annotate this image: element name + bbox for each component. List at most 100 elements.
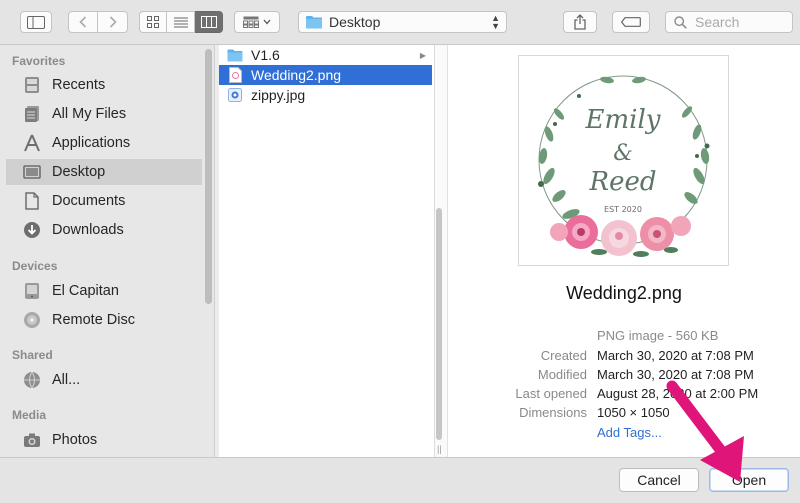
sidebar-icon xyxy=(27,15,45,29)
file-row-zippy[interactable]: zippy.jpg xyxy=(219,85,432,105)
search-field[interactable] xyxy=(665,11,793,33)
sidebar-section-shared: Shared xyxy=(12,348,53,362)
sidebar-item-label: All... xyxy=(52,372,81,388)
meta-label-modified: Modified xyxy=(537,367,587,382)
open-button[interactable]: Open xyxy=(709,468,789,492)
preview-pane: Emily & Reed EST 2020 Wedding2.png PNG i… xyxy=(448,45,800,457)
png-file-icon xyxy=(227,67,243,83)
cancel-button[interactable]: Cancel xyxy=(619,468,699,492)
sidebar-item-remote-disc[interactable]: Remote Disc xyxy=(6,307,202,333)
file-row-v1-6[interactable]: V1.6 ▶ xyxy=(219,45,432,65)
downloads-icon xyxy=(22,221,42,239)
sidebar-item-all-my-files[interactable]: All My Files xyxy=(6,101,202,127)
documents-icon xyxy=(22,192,42,210)
back-button[interactable] xyxy=(68,11,98,33)
chevron-down-icon xyxy=(263,19,271,25)
forward-button[interactable] xyxy=(98,11,128,33)
sidebar-item-label: El Capitan xyxy=(52,283,119,299)
location-label: Desktop xyxy=(329,14,381,30)
preview-thumbnail: Emily & Reed EST 2020 xyxy=(518,55,729,266)
column-divider xyxy=(434,45,435,457)
desktop-icon xyxy=(22,163,42,181)
arrange-button[interactable] xyxy=(234,11,280,33)
sidebar-section-media: Media xyxy=(12,408,47,422)
grid-icon xyxy=(147,16,159,28)
sidebar-item-desktop[interactable]: Desktop xyxy=(6,159,202,185)
sidebar-item-label: Documents xyxy=(52,193,126,209)
toolbar: Desktop ▲ ▼ xyxy=(0,0,800,45)
columns-icon xyxy=(200,16,217,28)
sidebar-scrollbar[interactable] xyxy=(205,49,212,304)
disk-icon xyxy=(22,282,42,300)
sidebar-item-recents[interactable]: Recents xyxy=(6,72,202,98)
sidebar-item-label: Recents xyxy=(52,77,106,93)
file-name: zippy.jpg xyxy=(251,87,306,103)
preview-file-name: Wedding2.png xyxy=(566,283,682,303)
sidebar-item-applications[interactable]: Applications xyxy=(6,130,202,156)
icon-view-button[interactable] xyxy=(139,11,167,33)
thumb-line-2: & xyxy=(613,141,633,166)
wedding-wreath-image: Emily & Reed EST 2020 xyxy=(538,75,710,257)
meta-value-dimensions: 1050 × 1050 xyxy=(597,405,670,420)
jpg-file-icon xyxy=(227,87,243,103)
chevron-left-icon xyxy=(79,16,87,28)
sidebar-item-el-capitan[interactable]: El Capitan xyxy=(6,278,202,304)
sidebar-item-photos[interactable]: Photos xyxy=(6,427,202,453)
network-icon xyxy=(22,371,42,389)
meta-value-created: March 30, 2020 at 7:08 PM xyxy=(597,348,754,363)
file-kind: PNG image - 560 KB xyxy=(597,328,719,343)
share-icon xyxy=(574,14,586,30)
search-input[interactable] xyxy=(693,13,787,31)
chevron-right-icon xyxy=(109,16,117,28)
sidebar-item-label: Applications xyxy=(52,135,131,151)
disclosure-triangle-icon: ▶ xyxy=(419,50,426,60)
meta-value-modified: March 30, 2020 at 7:08 PM xyxy=(597,367,754,382)
add-tags-link[interactable]: Add Tags... xyxy=(597,425,662,440)
updown-chevron-icon: ▲ ▼ xyxy=(491,13,500,31)
sidebar-item-label: Photos xyxy=(52,432,98,448)
applications-icon xyxy=(22,134,42,152)
list-icon xyxy=(173,17,188,27)
remote-disc-icon xyxy=(22,311,42,329)
sidebar-item-documents[interactable]: Documents xyxy=(6,188,202,214)
sidebar-section-devices: Devices xyxy=(12,259,58,273)
sidebar-toggle-button[interactable] xyxy=(20,11,52,33)
sidebar: Favorites Recents All My Files Applicati… xyxy=(0,45,215,457)
search-icon xyxy=(674,15,687,29)
column-resize-handle[interactable]: || xyxy=(437,444,442,454)
file-name: V1.6 xyxy=(251,47,280,63)
folder-icon xyxy=(227,47,243,63)
sidebar-section-favorites: Favorites xyxy=(12,54,66,68)
meta-value-last-opened: August 28, 2020 at 2:00 PM xyxy=(597,386,759,401)
column-view-button[interactable] xyxy=(195,11,223,33)
sidebar-item-all-shared[interactable]: All... xyxy=(6,367,202,393)
arrange-grid-icon xyxy=(243,16,259,28)
sidebar-item-label: Desktop xyxy=(52,164,106,180)
share-button[interactable] xyxy=(563,11,597,33)
camera-icon xyxy=(22,431,42,449)
thumb-line-3: Reed xyxy=(589,167,657,197)
nav-buttons xyxy=(68,11,128,33)
meta-label-last-opened: Last opened xyxy=(515,386,587,401)
folder-icon xyxy=(306,16,322,29)
file-column: V1.6 ▶ Wedding2.png zippy.jpg xyxy=(219,45,434,457)
sidebar-item-downloads[interactable]: Downloads xyxy=(6,217,202,243)
meta-label-dimensions: Dimensions xyxy=(519,405,587,420)
tag-icon xyxy=(621,17,641,27)
bottom-bar: Cancel Open xyxy=(0,457,800,503)
recents-icon xyxy=(22,76,42,94)
file-column-scrollbar[interactable] xyxy=(436,208,442,440)
file-row-wedding2[interactable]: Wedding2.png xyxy=(219,65,432,85)
all-files-icon xyxy=(22,105,42,123)
location-select[interactable]: Desktop ▲ ▼ xyxy=(298,11,507,33)
sidebar-item-label: Remote Disc xyxy=(52,312,135,328)
sidebar-item-label: Downloads xyxy=(52,222,124,238)
list-view-button[interactable] xyxy=(167,11,195,33)
tags-button[interactable] xyxy=(612,11,650,33)
sidebar-item-label: All My Files xyxy=(52,106,127,122)
meta-label-created: Created xyxy=(540,348,587,363)
thumb-line-1: Emily xyxy=(585,105,661,135)
file-name: Wedding2.png xyxy=(251,67,342,83)
thumb-line-4: EST 2020 xyxy=(604,205,642,214)
view-mode-control xyxy=(139,11,223,33)
